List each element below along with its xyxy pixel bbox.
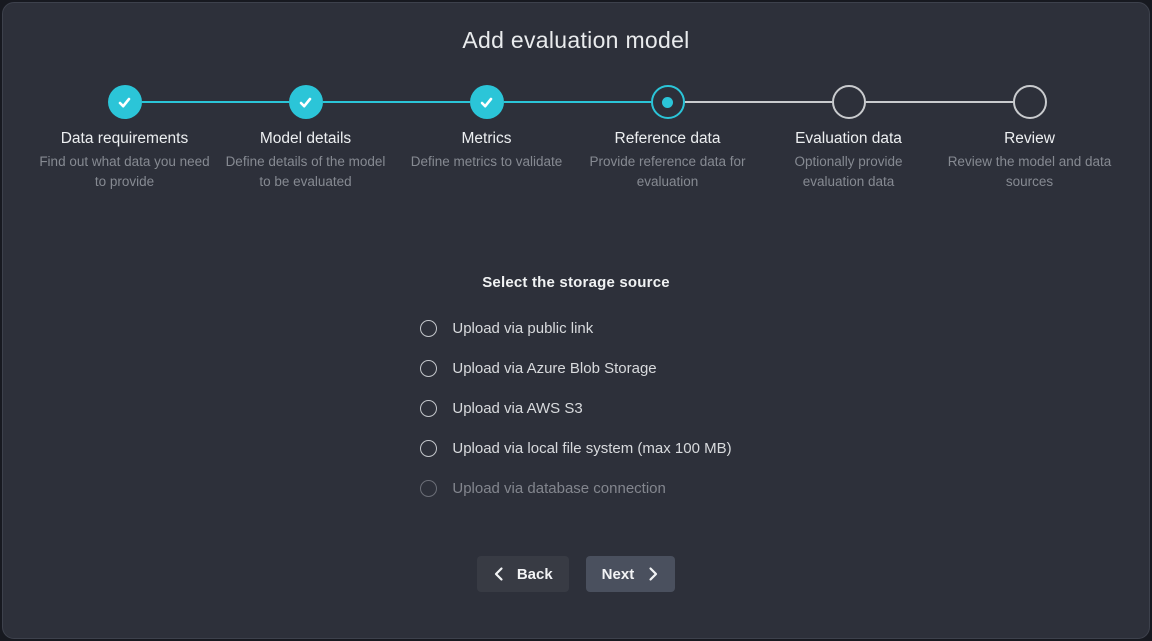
wizard-stepper: Data requirements Find out what data you…: [34, 85, 1120, 205]
step-status-circle: [651, 85, 685, 119]
step-description: Define details of the model to be evalua…: [220, 152, 392, 192]
option-label: Upload via AWS S3: [452, 400, 582, 417]
storage-source-options: Upload via public link Upload via Azure …: [3, 308, 1149, 508]
back-button-label: Back: [517, 566, 553, 583]
step-connector-line: [685, 101, 832, 103]
step-status-circle: [1013, 85, 1047, 119]
step-status-circle: [108, 85, 142, 119]
option-upload-local-file[interactable]: Upload via local file system (max 100 MB…: [420, 428, 731, 468]
step-label: Reference data: [577, 130, 758, 148]
option-label: Upload via Azure Blob Storage: [452, 360, 656, 377]
step-description: Find out what data you need to provide: [39, 152, 211, 192]
option-upload-azure-blob[interactable]: Upload via Azure Blob Storage: [420, 348, 731, 388]
radio-button-icon[interactable]: [420, 440, 437, 457]
option-label: Upload via local file system (max 100 MB…: [452, 440, 731, 457]
check-icon: [477, 93, 496, 112]
back-button[interactable]: Back: [477, 556, 569, 592]
radio-button-icon: [420, 480, 437, 497]
step-connector-line: [504, 101, 651, 103]
step-status-circle: [470, 85, 504, 119]
step-status-circle: [289, 85, 323, 119]
step-connector-line: [323, 101, 470, 103]
dialog-title: Add evaluation model: [3, 27, 1149, 54]
option-upload-aws-s3[interactable]: Upload via AWS S3: [420, 388, 731, 428]
active-step-dot: [662, 97, 673, 108]
option-upload-public-link[interactable]: Upload via public link: [420, 308, 731, 348]
option-label: Upload via database connection: [452, 480, 666, 497]
next-button-label: Next: [602, 566, 635, 583]
step-description: Optionally provide evaluation data: [763, 152, 935, 192]
step-description: Provide reference data for evaluation: [582, 152, 754, 192]
option-label: Upload via public link: [452, 320, 593, 337]
step-description: Define metrics to validate: [401, 152, 573, 172]
step-label: Review: [939, 130, 1120, 148]
dialog-panel: Add evaluation model Data requirements F…: [2, 2, 1150, 639]
radio-button-icon[interactable]: [420, 320, 437, 337]
step-label: Metrics: [396, 130, 577, 148]
step-label: Model details: [215, 130, 396, 148]
radio-button-icon[interactable]: [420, 400, 437, 417]
option-upload-database-connection: Upload via database connection: [420, 468, 731, 508]
form-heading: Select the storage source: [3, 274, 1149, 291]
radio-button-icon[interactable]: [420, 360, 437, 377]
chevron-left-icon: [493, 566, 504, 582]
check-icon: [115, 93, 134, 112]
step-status-circle: [832, 85, 866, 119]
check-icon: [296, 93, 315, 112]
chevron-right-icon: [648, 566, 659, 582]
step-description: Review the model and data sources: [944, 152, 1116, 192]
step-label: Data requirements: [34, 130, 215, 148]
step-connector-line: [142, 101, 289, 103]
step-connector-line: [866, 101, 1013, 103]
next-button[interactable]: Next: [586, 556, 676, 592]
step-label: Evaluation data: [758, 130, 939, 148]
step-metrics[interactable]: Metrics Define metrics to validate: [396, 85, 577, 172]
wizard-actions: Back Next: [3, 556, 1149, 592]
